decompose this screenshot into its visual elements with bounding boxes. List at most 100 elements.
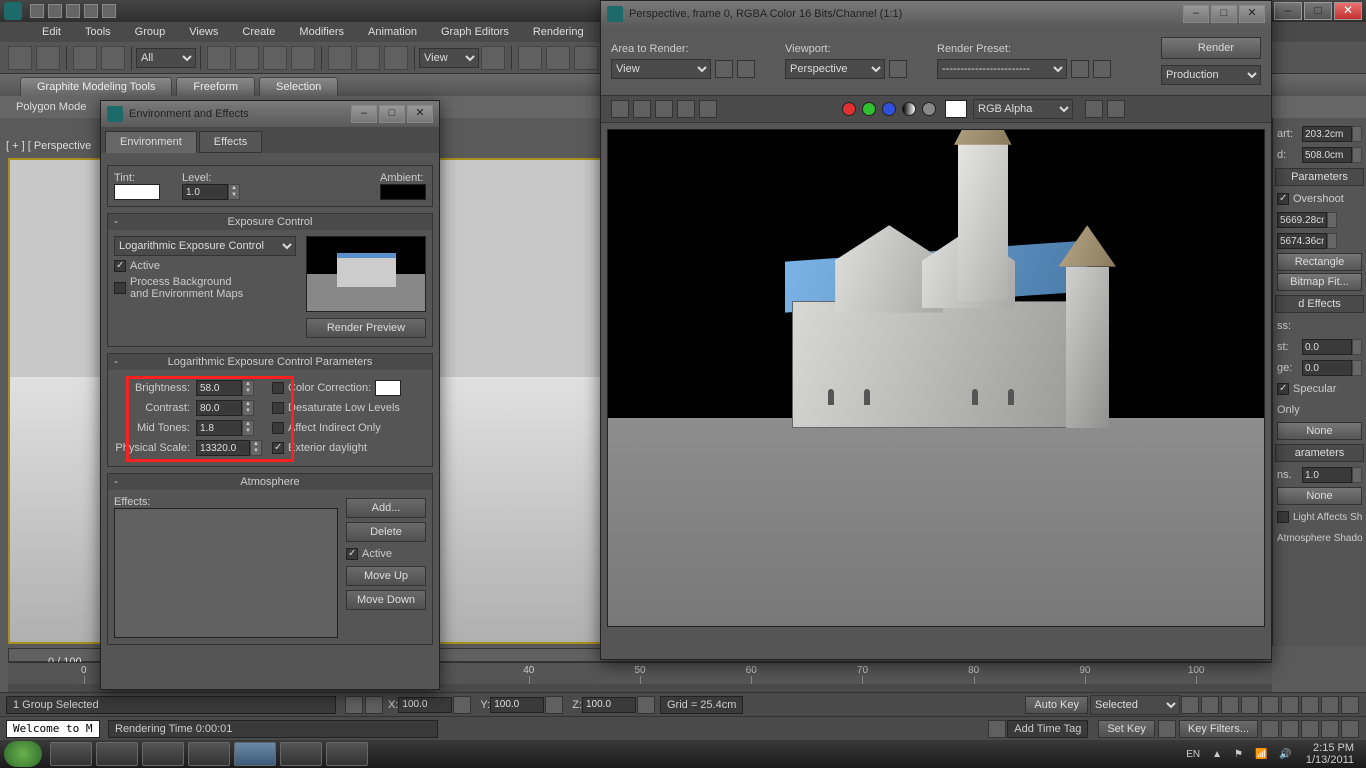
abs-rel-icon[interactable] [365, 696, 383, 714]
prev-frame-icon[interactable] [1201, 696, 1219, 714]
delete-effect-button[interactable]: Delete [346, 522, 426, 542]
autokey-button[interactable]: Auto Key [1025, 696, 1088, 714]
val1-field[interactable] [1277, 212, 1327, 228]
selection-filter-dropdown[interactable]: All [136, 48, 196, 68]
tab-freeform[interactable]: Freeform [176, 77, 255, 96]
specular-chk[interactable] [1277, 383, 1289, 395]
nav-fov-icon[interactable] [1321, 696, 1339, 714]
menu-group[interactable]: Group [135, 26, 166, 38]
play-icon[interactable] [1221, 696, 1239, 714]
bg-color-swatch[interactable] [945, 100, 967, 118]
mono-channel-icon[interactable] [922, 102, 936, 116]
env-titlebar[interactable]: Environment and Effects – □ ✕ [101, 101, 439, 127]
ref-coord-dropdown[interactable]: View [419, 48, 479, 68]
end-field[interactable] [1302, 147, 1352, 163]
menu-rendering[interactable]: Rendering [533, 26, 584, 38]
params2-rollup[interactable]: arameters [1275, 444, 1364, 462]
clone-vfb-icon[interactable] [655, 100, 673, 118]
channel-dropdown[interactable]: RGB Alpha [973, 99, 1073, 119]
polygon-mode-label[interactable]: Polygon Mode [6, 98, 96, 116]
split-toggle-icon[interactable] [1107, 100, 1125, 118]
copy-image-icon[interactable] [633, 100, 651, 118]
start-field[interactable] [1302, 126, 1352, 142]
color-corr-swatch[interactable] [375, 380, 401, 396]
val2-field[interactable] [1277, 233, 1327, 249]
tab-selection[interactable]: Selection [259, 77, 338, 96]
qat-undo-icon[interactable] [84, 4, 98, 18]
spinner-icon[interactable] [1327, 212, 1337, 228]
ge-field[interactable] [1302, 360, 1352, 376]
rendered-image[interactable] [607, 129, 1265, 627]
qat-redo-icon[interactable] [102, 4, 116, 18]
taskbar-notes-icon[interactable] [142, 742, 184, 766]
tray-volume-icon[interactable]: 🔊 [1279, 749, 1291, 760]
maxscript-input[interactable]: Welcome to M [6, 720, 100, 738]
spinner-icon[interactable] [637, 696, 655, 714]
production-dropdown[interactable]: Production [1161, 65, 1261, 85]
link-icon[interactable] [73, 46, 97, 70]
menu-create[interactable]: Create [242, 26, 275, 38]
move-icon[interactable] [328, 46, 352, 70]
pivot-icon[interactable] [481, 46, 505, 70]
render-maximize-button[interactable]: □ [1211, 5, 1237, 23]
nav-maximize-icon[interactable] [1341, 720, 1359, 738]
green-channel-icon[interactable] [862, 102, 876, 116]
moveup-button[interactable]: Move Up [346, 566, 426, 586]
preset-dropdown[interactable]: ------------------------ [937, 59, 1067, 79]
taskbar-explorer-icon[interactable] [96, 742, 138, 766]
spinner-icon[interactable] [1327, 233, 1337, 249]
menu-views[interactable]: Views [189, 26, 218, 38]
spinner-icon[interactable] [1352, 360, 1362, 376]
next-frame-icon[interactable] [1241, 696, 1259, 714]
unlink-icon[interactable] [101, 46, 125, 70]
add-effect-button[interactable]: Add... [346, 498, 426, 518]
spinner-icon[interactable] [1352, 467, 1362, 483]
tint-swatch[interactable] [114, 184, 160, 200]
snap-icon[interactable] [518, 46, 542, 70]
tab-effects[interactable]: Effects [199, 131, 262, 153]
nav-pan-icon[interactable] [1281, 720, 1299, 738]
print-icon[interactable] [677, 100, 695, 118]
render-minimize-button[interactable]: – [1183, 5, 1209, 23]
render-button[interactable]: Render [1161, 37, 1261, 59]
red-channel-icon[interactable] [842, 102, 856, 116]
nav-zoom-icon[interactable] [1281, 696, 1299, 714]
window-crossing-icon[interactable] [291, 46, 315, 70]
alpha-channel-icon[interactable] [902, 102, 916, 116]
lock-icon[interactable] [345, 696, 363, 714]
goto-start-icon[interactable] [1181, 696, 1199, 714]
tab-environment[interactable]: Environment [105, 131, 197, 153]
menu-animation[interactable]: Animation [368, 26, 417, 38]
spinner-icon[interactable] [1352, 147, 1362, 163]
level-field[interactable] [182, 184, 228, 200]
menu-graph-editors[interactable]: Graph Editors [441, 26, 509, 38]
taskbar-utorrent-icon[interactable] [280, 742, 322, 766]
region-auto-icon[interactable] [737, 60, 755, 78]
taskbar-paint-icon[interactable] [326, 742, 368, 766]
movedown-button[interactable]: Move Down [346, 590, 426, 610]
clear-icon[interactable] [699, 100, 717, 118]
taskbar-vlc-icon[interactable] [188, 742, 230, 766]
effects-rollup[interactable]: d Effects [1275, 295, 1364, 313]
none-button[interactable]: None [1277, 422, 1362, 440]
spinner-icon[interactable] [453, 696, 471, 714]
taskbar-chrome-icon[interactable] [50, 742, 92, 766]
nav-orbit-icon[interactable] [1301, 720, 1319, 738]
process-bg-chk[interactable] [114, 282, 126, 294]
area-dropdown[interactable]: View [611, 59, 711, 79]
timetag-icon[interactable] [988, 720, 1006, 738]
exposure-type-dropdown[interactable]: Logarithmic Exposure Control [114, 236, 296, 256]
x-field[interactable] [398, 697, 452, 713]
qat-save-icon[interactable] [66, 4, 80, 18]
lock-viewport-icon[interactable] [889, 60, 907, 78]
blue-channel-icon[interactable] [882, 102, 896, 116]
ambient-swatch[interactable] [380, 184, 426, 200]
render-close-button[interactable]: ✕ [1239, 5, 1265, 23]
select-region-icon[interactable] [263, 46, 287, 70]
tray-network-icon[interactable]: 📶 [1255, 749, 1267, 760]
parameters-rollup[interactable]: Parameters [1275, 168, 1364, 186]
scale-icon[interactable] [384, 46, 408, 70]
effects-listbox[interactable] [114, 508, 338, 638]
z-field[interactable] [582, 697, 636, 713]
nav-walk-icon[interactable] [1321, 720, 1339, 738]
